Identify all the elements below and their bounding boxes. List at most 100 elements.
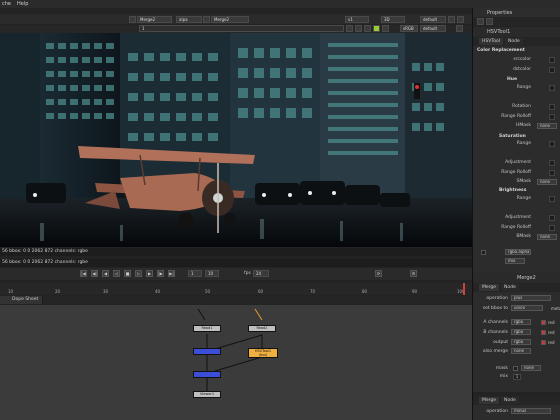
tab-merge[interactable]: Merge: [479, 284, 500, 291]
sat-range-field[interactable]: [549, 141, 555, 147]
srccolor-field[interactable]: [549, 57, 555, 63]
viewer-toolbar-2: 1 sRGB default: [0, 25, 472, 33]
merge-b-dropdown[interactable]: Merge2: [211, 16, 249, 23]
hue-range-field[interactable]: [549, 85, 555, 91]
bright-adjustment-label: Adjustment: [505, 215, 531, 220]
frame-increment-field[interactable]: 1: [188, 270, 202, 277]
metadata-label: meta: [551, 306, 560, 311]
loop-icon[interactable]: ⟳: [375, 270, 382, 277]
hsv-node-name[interactable]: HSVTool1: [487, 29, 510, 35]
menu-item-che[interactable]: che: [2, 1, 11, 7]
bright-range-field[interactable]: [549, 196, 555, 202]
menu-item-help[interactable]: Help: [17, 1, 28, 7]
dstcolor-field[interactable]: [549, 67, 555, 73]
bmask-label: BMask: [516, 234, 531, 239]
viewer-canvas[interactable]: [0, 33, 472, 247]
color-replacement-heading: Color Replacement: [477, 48, 525, 53]
a-input-icon[interactable]: [129, 16, 136, 23]
panel-tabs: Dope Sheet: [0, 296, 472, 304]
merge1-node[interactable]: [193, 348, 221, 355]
toggle-icon-c[interactable]: [364, 25, 371, 32]
b-channels-dropdown[interactable]: rgba: [511, 329, 531, 335]
sat-adjustment-label: Adjustment: [505, 160, 531, 165]
operation-dropdown[interactable]: plus: [511, 295, 551, 301]
smask-dropdown[interactable]: none: [537, 179, 557, 185]
next-key-icon[interactable]: |▶: [157, 270, 164, 277]
alpha-dropdown[interactable]: alpa: [176, 16, 202, 23]
mix-field[interactable]: 1: [513, 374, 521, 380]
operation2-dropdown[interactable]: minus: [511, 408, 551, 414]
hsvtool-node[interactable]: HSVTool1 (hsv): [248, 348, 278, 358]
merge-mask-checkbox[interactable]: [513, 366, 518, 371]
bright-rolloff-field[interactable]: [549, 225, 555, 231]
srccolor-label: srccolor: [513, 57, 531, 62]
toggle-icon-b[interactable]: [355, 25, 362, 32]
properties-icon-1[interactable]: [477, 18, 484, 25]
play-forward-icon[interactable]: ▷: [135, 270, 142, 277]
bmask-dropdown[interactable]: none: [537, 234, 557, 240]
bright-adjustment-field[interactable]: [549, 215, 555, 221]
sat-rolloff-field[interactable]: [549, 170, 555, 176]
srgb-dropdown[interactable]: sRGB: [400, 25, 418, 32]
viewer-image: [0, 33, 472, 247]
hue-rolloff-label: Range Rolloff: [501, 114, 531, 119]
b-red-checkbox[interactable]: [541, 330, 546, 335]
playhead[interactable]: [463, 283, 465, 295]
tab-dope-sheet[interactable]: Dope Sheet: [8, 296, 44, 304]
fps-field[interactable]: 24: [253, 270, 269, 277]
frame-range-field[interactable]: 1: [139, 25, 344, 32]
timeline[interactable]: 10 20 30 40 50 60 70 80 90 100: [0, 283, 472, 295]
toolbar-icon-3[interactable]: [456, 25, 463, 32]
hue-rolloff-field[interactable]: [549, 114, 555, 120]
merge2-node[interactable]: [193, 371, 221, 378]
zoom-dropdown[interactable]: v1: [345, 16, 369, 23]
tab-hsvtool[interactable]: HSVTool: [479, 38, 504, 45]
tab-node-merge3[interactable]: Node: [501, 397, 519, 404]
read2-node[interactable]: Read2: [248, 325, 276, 332]
also-merge-label: also merge: [482, 349, 508, 354]
output-red-checkbox[interactable]: [541, 340, 546, 345]
display-dropdown[interactable]: default: [420, 25, 446, 32]
tab-node[interactable]: Node: [505, 38, 523, 45]
last-frame-icon[interactable]: ▶|: [168, 270, 175, 277]
toolbar-icon-2[interactable]: [457, 16, 464, 23]
a-channels-dropdown[interactable]: rgba: [511, 319, 531, 325]
next-frame-icon[interactable]: ▶: [146, 270, 153, 277]
output-dropdown[interactable]: rgba: [511, 339, 531, 345]
output-label: output: [493, 340, 508, 345]
prev-frame-icon[interactable]: ◀: [102, 270, 109, 277]
first-frame-icon[interactable]: |◀: [80, 270, 87, 277]
also-merge-dropdown[interactable]: none: [511, 348, 531, 354]
hmask-dropdown[interactable]: none: [537, 123, 557, 129]
rotation-field[interactable]: [549, 104, 555, 110]
mask-checkbox[interactable]: [481, 250, 486, 255]
prev-key-icon[interactable]: ◀|: [91, 270, 98, 277]
set-bbox-dropdown[interactable]: union: [511, 305, 543, 311]
tab-node-merge2[interactable]: Node: [501, 284, 519, 291]
toolbar-icon-1[interactable]: [448, 16, 455, 23]
viewer-toolbar: Merge2 alpa Merge2 v1 3D default: [0, 14, 472, 24]
a-red-checkbox[interactable]: [541, 320, 546, 325]
view-mode-dropdown[interactable]: 3D: [381, 16, 405, 23]
toggle-icon-a[interactable]: [346, 25, 353, 32]
viewer-node[interactable]: Viewer1: [193, 391, 221, 398]
settings-icon[interactable]: ⚙: [410, 270, 417, 277]
mask-channel-dropdown[interactable]: rgba.alpha: [505, 249, 531, 255]
node-graph[interactable]: Read1 Read2 HSVTool1 (hsv) Viewer1: [0, 305, 472, 420]
stop-icon[interactable]: ■: [124, 270, 131, 277]
b-input-icon[interactable]: [203, 16, 210, 23]
frame-current-field[interactable]: 10: [205, 270, 219, 277]
read1-node[interactable]: Read1: [193, 325, 221, 332]
merge-a-dropdown[interactable]: Merge2: [137, 16, 172, 23]
clip-icon[interactable]: [382, 25, 389, 32]
merge2-name[interactable]: Merge2: [517, 275, 536, 281]
tab-merge3[interactable]: Merge: [479, 397, 500, 404]
play-backward-icon[interactable]: ◁: [113, 270, 120, 277]
mix-dropdown[interactable]: mix: [505, 258, 525, 264]
operation-label: operation: [486, 296, 508, 301]
merge-mask-dropdown[interactable]: none: [521, 365, 541, 371]
properties-icon-2[interactable]: [486, 18, 493, 25]
roi-icon[interactable]: [373, 25, 380, 32]
sat-adjustment-field[interactable]: [549, 160, 555, 166]
lut-dropdown[interactable]: default: [420, 16, 446, 23]
